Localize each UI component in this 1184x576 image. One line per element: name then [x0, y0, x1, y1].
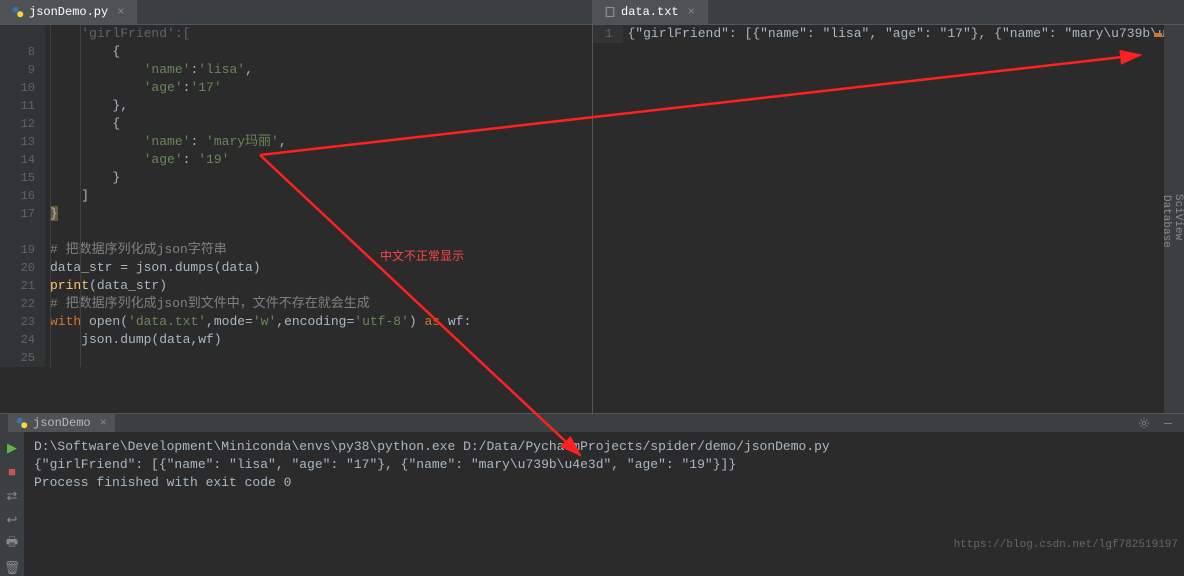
editor-split: 8 9 10 11 12 13 14 15 16 17 19 20 21 22 …: [0, 25, 1184, 413]
close-icon[interactable]: ×: [688, 5, 695, 19]
editor-right[interactable]: 1 {"girlFriend": [{"name": "lisa", "age"…: [592, 25, 1184, 413]
layout-icon[interactable]: ⇄: [4, 488, 20, 504]
console-panel: jsonDemo × — ▶ ■ ⇄ ↩ 🖶 🗑 D:\Software\Dev…: [0, 413, 1184, 555]
line-gutter: 1: [593, 25, 623, 43]
console-toolbar: ▶ ■ ⇄ ↩ 🖶 🗑: [0, 432, 24, 576]
console-output[interactable]: D:\Software\Development\Miniconda\envs\p…: [24, 432, 1184, 576]
sciview-tab[interactable]: SciView: [1172, 30, 1184, 405]
line-gutter: 8 9 10 11 12 13 14 15 16 17 19 20 21 22 …: [0, 25, 45, 367]
code-content[interactable]: {"girlFriend": [{"name": "lisa", "age": …: [623, 25, 1184, 43]
console-tab-bar: jsonDemo × —: [0, 414, 1184, 432]
gear-icon[interactable]: [1136, 415, 1152, 431]
annotation-text: 中文不正常显示: [380, 247, 464, 264]
minimize-icon[interactable]: —: [1160, 415, 1176, 431]
output-line: {"girlFriend": [{"name": "lisa", "age": …: [34, 456, 1174, 474]
right-tool-rail: SciView Database: [1164, 25, 1184, 413]
code-content[interactable]: 'girlFriend':[ { 'name':'lisa', 'age':'1…: [45, 25, 592, 367]
output-line: Process finished with exit code 0: [34, 474, 1174, 492]
database-tab[interactable]: Database: [1160, 30, 1172, 413]
rerun-icon[interactable]: ▶: [4, 440, 20, 456]
trash-icon[interactable]: 🗑: [4, 560, 20, 576]
editor-tabs-bar: jsonDemo.py × data.txt ×: [0, 0, 1184, 25]
tab-datatxt[interactable]: data.txt ×: [592, 0, 708, 24]
python-icon: [16, 417, 28, 429]
console-tab-label: jsonDemo: [33, 416, 91, 430]
output-line: D:\Software\Development\Miniconda\envs\p…: [34, 438, 1174, 456]
stop-icon[interactable]: ■: [4, 464, 20, 480]
editor-left[interactable]: 8 9 10 11 12 13 14 15 16 17 19 20 21 22 …: [0, 25, 592, 413]
wrap-icon[interactable]: ↩: [4, 512, 20, 528]
text-file-icon: [604, 6, 616, 18]
tab-label: jsonDemo.py: [29, 5, 108, 19]
console-tab[interactable]: jsonDemo ×: [8, 414, 115, 432]
print-icon[interactable]: 🖶: [4, 536, 20, 552]
console-body: ▶ ■ ⇄ ↩ 🖶 🗑 D:\Software\Development\Mini…: [0, 432, 1184, 576]
close-icon[interactable]: ×: [100, 416, 107, 430]
tab-jsondemo[interactable]: jsonDemo.py ×: [0, 0, 137, 24]
python-icon: [12, 6, 24, 18]
tab-label: data.txt: [621, 5, 679, 19]
close-icon[interactable]: ×: [117, 5, 124, 19]
watermark: https://blog.csdn.net/lgf782519197: [954, 539, 1178, 551]
